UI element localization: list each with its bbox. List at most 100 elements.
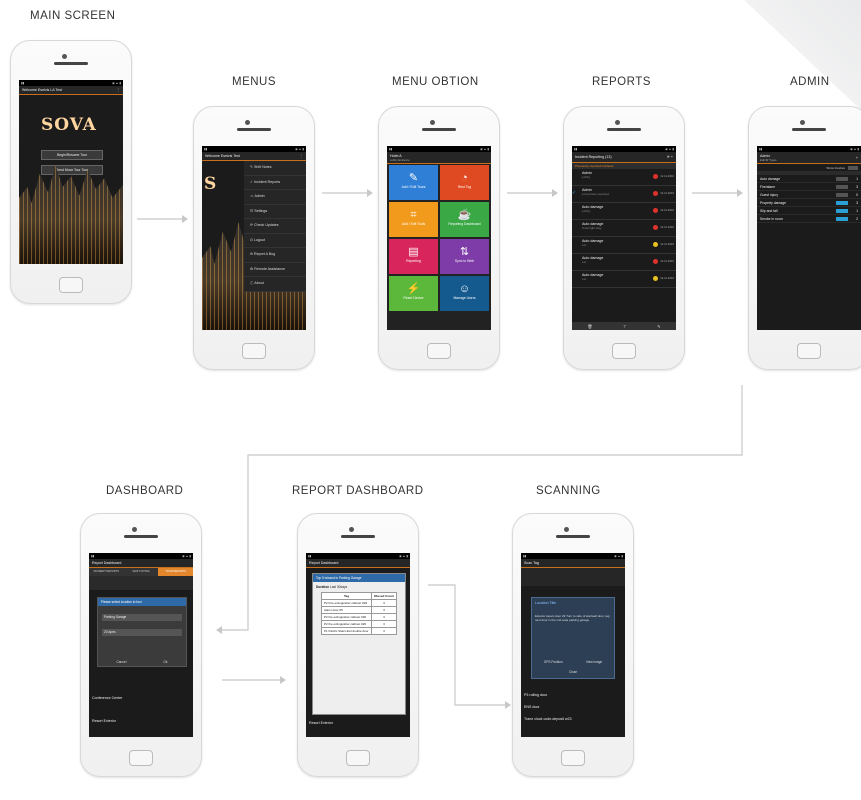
phone-menus: ▮▮ ◉ ▲ ▮ Welcome Eseivis Test ⋮ S ✎ Shift…: [193, 106, 315, 370]
menu-item-check-updates[interactable]: ⟳ Check Updates: [244, 219, 306, 234]
tour-field[interactable]: 20 Apes: [102, 629, 182, 636]
report-list: Admin Lobby 12.11.2016 ✓ Admin Lost phone rep…: [572, 169, 676, 288]
menu-tile[interactable]: ▤ Reporting: [389, 239, 438, 274]
home-button[interactable]: [59, 277, 83, 293]
menu-item-report-bug[interactable]: ✉ Report A Bug: [244, 248, 306, 263]
ir-type-name: Fire/alarm: [760, 184, 776, 189]
show-inactive-toggle[interactable]: [848, 165, 858, 170]
crop-icon: ⌗: [410, 209, 417, 221]
report-row[interactable]: Auto damage Lot 12.11.2016: [572, 271, 676, 288]
send-tour-button[interactable]: Send Move Tour Tour: [41, 165, 103, 175]
active-toggle[interactable]: [836, 216, 848, 221]
menu-item-admin[interactable]: ☺ Admin: [244, 190, 306, 205]
report-row[interactable]: Auto damage Lobby 12.11.2016: [572, 203, 676, 220]
active-toggle[interactable]: [836, 184, 848, 189]
refresh-icon[interactable]: ⟳: [667, 155, 670, 159]
table-row: P2 fire extinguisher cabinet 036 3: [321, 613, 397, 621]
app-bar: Welcome Eseivis LA Test ⋮: [19, 86, 123, 95]
scan-tag-title: Scan Tag: [524, 561, 539, 565]
home-button[interactable]: [242, 343, 266, 359]
list-item[interactable]: P3 rolling door: [524, 693, 622, 705]
speaker-grill: [237, 128, 271, 131]
menu-tile[interactable]: ☕ Reporting Dashboard: [440, 202, 489, 237]
close-button[interactable]: Close: [532, 670, 614, 674]
begin-tour-button[interactable]: Begin/Resume Tour: [41, 150, 103, 160]
admin-row[interactable]: Property damage 3: [757, 199, 861, 207]
tag-cell: P2 fire extinguisher cabinet 026: [321, 620, 372, 628]
admin-row[interactable]: Fire/alarm 3: [757, 183, 861, 191]
ok-button[interactable]: Ok: [163, 660, 167, 664]
menu-item-remote-assistance[interactable]: ⚙ Remote Assistance: [244, 263, 306, 277]
tag-cell: P2 fire extinguisher cabinet 036: [321, 613, 372, 621]
home-button[interactable]: [346, 750, 370, 766]
new-image-button[interactable]: New image: [586, 660, 602, 664]
cancel-button[interactable]: Cancel: [116, 660, 126, 664]
menu-tile[interactable]: ✎ Add / Edit Tours: [389, 165, 438, 200]
duration-value[interactable]: Last 30days: [330, 585, 347, 589]
ir-type-name: Auto damage: [760, 176, 781, 181]
menu-item-logout[interactable]: ⏻ Logout: [244, 234, 306, 248]
edit-icon[interactable]: ✎: [657, 324, 660, 329]
menu-item-shift-notes[interactable]: ✎ Shift Notes: [244, 161, 306, 176]
overflow-menu-icon[interactable]: ⋮: [116, 88, 120, 92]
report-row[interactable]: ✓ Admin Lost phone reported 12.11.2016: [572, 186, 676, 203]
gps-position-button[interactable]: GPS Position: [544, 660, 563, 664]
menu-tile-label: Add / Edit Tours: [401, 185, 426, 189]
pie-icon: ◔: [461, 172, 468, 184]
filter-icon[interactable]: ⊤: [623, 324, 626, 329]
list-item[interactable]: Trane clock code-deposit w23: [524, 717, 622, 729]
menu-tile[interactable]: ⌗ Add / Edit Tools: [389, 202, 438, 237]
tab-incident-reports[interactable]: INCIDENT REPORTS: [89, 568, 124, 576]
sync-icon: ⇅: [459, 246, 470, 258]
missed-count-cell: 3: [371, 627, 397, 635]
delete-icon[interactable]: 🗑: [587, 324, 592, 329]
home-button[interactable]: [612, 343, 636, 359]
tab-shift-notes[interactable]: SHIFT NOTES: [123, 568, 159, 576]
app-title: Welcome Eseivis LA Test: [22, 88, 63, 92]
overflow-menu-icon[interactable]: ⋮: [299, 154, 303, 158]
home-button[interactable]: [427, 343, 451, 359]
add-icon[interactable]: +: [856, 156, 858, 160]
table-row: Alarm door 05 3: [321, 606, 397, 614]
ir-type-count: 1: [856, 176, 858, 181]
menu-tile[interactable]: ⚡ Reset Device: [389, 276, 438, 311]
app-bar: Hotel A Lobby Entrance: [387, 152, 491, 164]
location-field[interactable]: Parking Garage: [102, 614, 182, 621]
status-dot: [653, 259, 658, 264]
menu-tile[interactable]: ☺ Manage Users: [440, 276, 489, 311]
report-row[interactable]: Admin Lobby 12.11.2016: [572, 169, 676, 186]
phone-main-screen: ▮▮ ◉ ▲ ▮ Welcome Eseivis LA Test ⋮ SOVA B…: [10, 40, 132, 304]
add-icon[interactable]: +: [671, 155, 673, 159]
speaker-grill: [607, 128, 641, 131]
admin-row[interactable]: Guest injury 0: [757, 191, 861, 199]
menu-item-about[interactable]: ⓘ About: [244, 277, 306, 292]
report-row[interactable]: Auto damage Lot 12.11.2016: [572, 237, 676, 254]
report-row[interactable]: Auto damage Lot 12.11.2016: [572, 254, 676, 271]
active-toggle[interactable]: [836, 200, 848, 205]
home-button[interactable]: [797, 343, 821, 359]
speaker-grill: [341, 535, 375, 538]
home-button[interactable]: [129, 750, 153, 766]
tab-tour-reports[interactable]: TOUR REPORTS: [158, 568, 193, 576]
menu-tile[interactable]: ◔ Rest Tog: [440, 165, 489, 200]
section-conference-center: Conference Center: [92, 696, 123, 700]
admin-row[interactable]: Auto damage 1: [757, 175, 861, 183]
active-toggle[interactable]: [836, 192, 848, 197]
menu-tile[interactable]: ⇅ Sync to Web: [440, 239, 489, 274]
app-bar: Incident Reporting (13) ⟳ +: [572, 152, 676, 163]
active-toggle[interactable]: [836, 208, 848, 213]
report-row[interactable]: Auto damage Overnight stay 12.11.2016: [572, 220, 676, 237]
active-toggle[interactable]: [836, 176, 848, 181]
menu-item-incident-reports[interactable]: ✓ Incident Reports: [244, 176, 306, 190]
list-item[interactable]: ENS door: [524, 705, 622, 717]
home-button[interactable]: [561, 750, 585, 766]
camera-icon: [430, 120, 435, 125]
admin-row[interactable]: Smoke in room 2: [757, 215, 861, 223]
admin-row[interactable]: Slip and fall 1: [757, 207, 861, 215]
ir-type-count: 1: [856, 208, 858, 213]
location-dialog: Location Title Exterior steam door 29 Tu…: [531, 597, 615, 679]
menu-tile-label: Manage Users: [453, 296, 476, 300]
report-date: 12.11.2016: [660, 259, 674, 263]
show-inactive-label: Show Inactive: [826, 165, 845, 170]
menu-item-settings[interactable]: ☷ Settings: [244, 205, 306, 219]
